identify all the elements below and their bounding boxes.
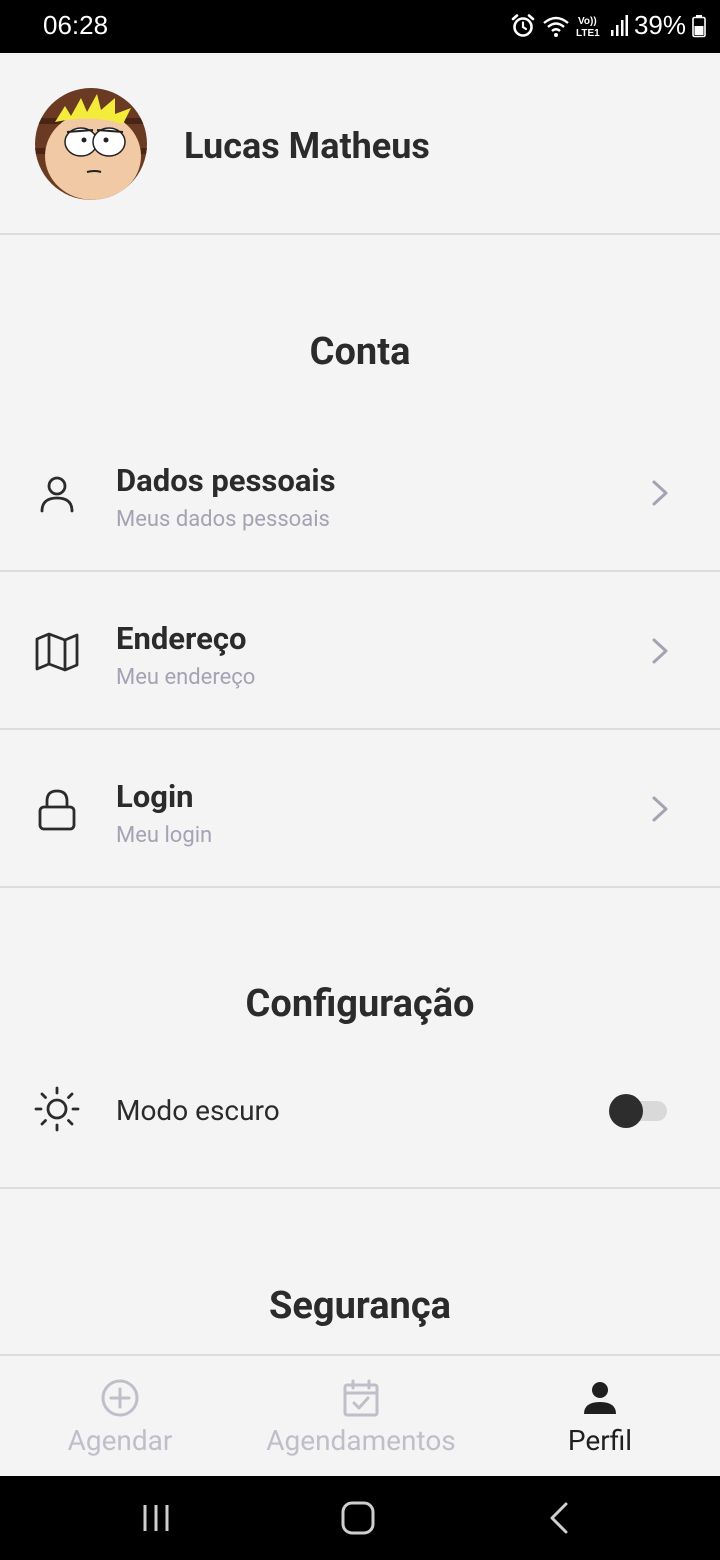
profile-header: Lucas Matheus <box>0 53 720 235</box>
toggle-thumb <box>609 1094 643 1128</box>
chevron-right-icon <box>652 480 668 506</box>
volte-icon: Vo)) LTE1 <box>576 16 600 39</box>
profile-name: Lucas Matheus <box>184 125 430 167</box>
dark-mode-label: Modo escuro <box>116 1094 280 1127</box>
battery-percent: 39% <box>633 10 686 40</box>
avatar-image <box>35 88 147 200</box>
lock-icon <box>38 789 76 831</box>
status-bar: 06:28 Vo)) LTE1 39% <box>0 0 720 53</box>
sun-icon <box>34 1086 80 1132</box>
menu-item-subtitle: Meu login <box>116 823 213 848</box>
plus-circle-icon <box>101 1379 139 1417</box>
recent-apps-icon[interactable] <box>140 1502 172 1534</box>
user-icon <box>40 476 74 513</box>
section-title-config: Configuração <box>245 982 475 1026</box>
section-title-security: Segurança <box>269 1284 451 1328</box>
dark-mode-row: Modo escuro <box>0 1042 720 1189</box>
menu-item-title: Dados pessoais <box>116 462 336 499</box>
section-title-account: Conta <box>309 330 411 374</box>
status-time: 06:28 <box>43 10 109 40</box>
nav-label: Perfil <box>567 1424 633 1457</box>
nav-label: Agendar <box>67 1424 173 1457</box>
menu-item-address[interactable]: Endereço Meu endereço <box>0 572 720 730</box>
wifi-icon <box>543 16 569 37</box>
menu-item-login[interactable]: Login Meu login <box>0 730 720 888</box>
svg-text:Vo)): Vo)) <box>578 16 597 27</box>
avatar[interactable] <box>35 88 147 200</box>
signal-icon <box>610 14 628 36</box>
status-icons: Vo)) LTE1 39% <box>510 10 706 41</box>
chevron-right-icon <box>652 638 668 664</box>
menu-item-title: Endereço <box>116 620 247 657</box>
nav-item-profile[interactable]: Perfil <box>540 1356 660 1478</box>
menu-item-subtitle: Meus dados pessoais <box>116 507 330 532</box>
dark-mode-toggle[interactable] <box>609 1094 667 1128</box>
battery-icon <box>692 14 706 37</box>
home-icon[interactable] <box>340 1500 376 1536</box>
chevron-right-icon <box>652 796 668 822</box>
menu-item-subtitle: Meu endereço <box>116 665 256 690</box>
back-icon[interactable] <box>546 1500 572 1536</box>
calendar-check-icon <box>343 1379 379 1417</box>
nav-label: Agendamentos <box>266 1424 456 1457</box>
menu-item-personal-data[interactable]: Dados pessoais Meus dados pessoais <box>0 414 720 572</box>
nav-item-schedule[interactable]: Agendar <box>40 1356 200 1478</box>
svg-text:LTE1: LTE1 <box>576 28 600 39</box>
bottom-nav: Agendar Agendamentos Perfil <box>0 1354 720 1476</box>
map-icon <box>35 632 79 672</box>
person-icon <box>584 1382 616 1414</box>
alarm-icon <box>511 13 535 37</box>
menu-item-title: Login <box>116 778 194 815</box>
nav-item-appointments[interactable]: Agendamentos <box>250 1356 472 1478</box>
system-nav-bar <box>0 1476 720 1560</box>
